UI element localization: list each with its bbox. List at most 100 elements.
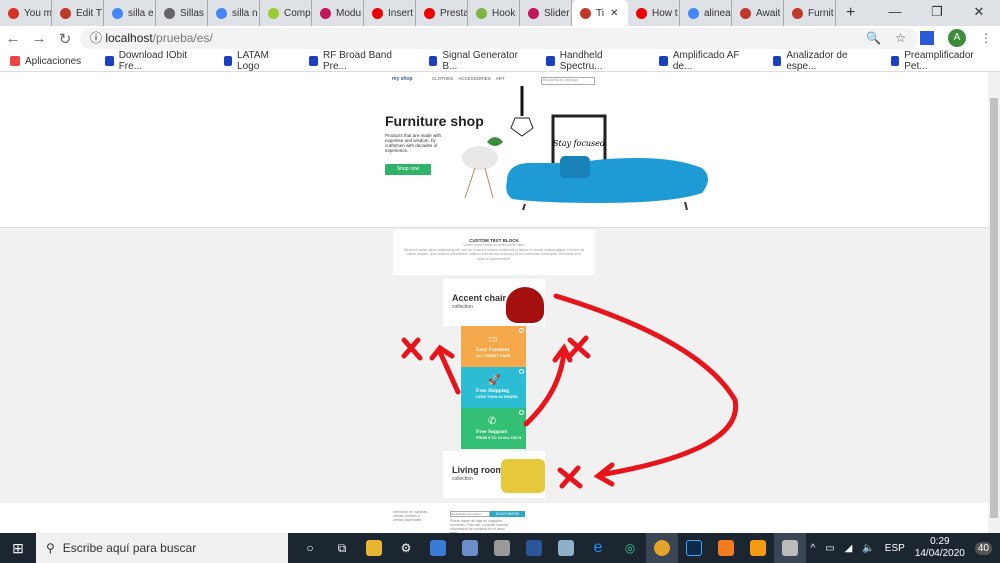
task-view-icon[interactable]: ⧉ <box>326 533 358 563</box>
browser-tab[interactable]: Hook <box>468 0 520 26</box>
tab-strip: You m Edit T silla e Sillas silla n Comp Modu I… <box>0 0 1000 26</box>
living-room-banner[interactable]: Living room collection <box>443 451 545 498</box>
shop-now-button[interactable]: Shop now <box>385 164 431 175</box>
site-logo[interactable]: my shop <box>392 76 413 82</box>
custom-block-body: Sit amet conse ctetur adipisicing elit, … <box>404 247 584 261</box>
cortana-icon[interactable]: ○ <box>294 533 326 563</box>
sublime-icon[interactable] <box>742 533 774 563</box>
bookmark-label: Amplificado AF de... <box>672 50 740 72</box>
bookmark-item[interactable]: Signal Generator B... <box>428 50 522 72</box>
bookmark-item[interactable]: Aplicaciones <box>10 56 81 67</box>
star-icon[interactable]: ☆ <box>895 31 906 45</box>
avatar[interactable]: A <box>948 29 966 47</box>
settings-icon[interactable]: ⚙ <box>390 533 422 563</box>
browser-tab[interactable]: alinea <box>680 0 732 26</box>
forward-icon[interactable]: → <box>26 30 52 47</box>
bookmark-item[interactable]: RF Broad Band Pre... <box>309 50 404 72</box>
card-subtitle: collection <box>452 304 473 310</box>
app-icon[interactable] <box>486 533 518 563</box>
scrollbar[interactable] <box>988 72 1000 533</box>
clock[interactable]: 0:29 14/04/2020 <box>915 536 965 560</box>
feature-title: Free Support <box>476 429 508 435</box>
new-tab-button[interactable]: + <box>846 4 855 22</box>
language-indicator[interactable]: ESP <box>885 543 905 554</box>
bookmark-item[interactable]: Analizador de espe... <box>772 50 867 72</box>
browser-tab[interactable]: silla n <box>208 0 260 26</box>
edge-icon[interactable]: e <box>582 533 614 563</box>
bookmark-item[interactable]: Preamplificador Pet... <box>890 50 986 72</box>
taskbar-search-text: Escribe aquí para buscar <box>62 541 197 555</box>
poster-text: Stay focused <box>553 139 605 148</box>
tab-label: How t <box>652 7 678 19</box>
bookmark-item[interactable]: LATAM Logo <box>223 50 286 72</box>
close-button[interactable]: ✕ <box>958 0 1000 24</box>
word-icon[interactable] <box>518 533 550 563</box>
newsletter-email-input[interactable] <box>450 511 490 517</box>
app-icon[interactable]: ◎ <box>614 533 646 563</box>
reload-icon[interactable]: ↻ <box>52 30 78 48</box>
chrome-icon[interactable] <box>646 533 678 563</box>
browser-tab[interactable]: Modu <box>312 0 364 26</box>
menu-clothes[interactable]: CLOTHES <box>432 76 453 81</box>
feature-subtitle: LESS THAN 24 HOURS <box>476 395 518 399</box>
minimize-button[interactable]: — <box>874 0 916 24</box>
tab-label: Sillas <box>180 7 204 19</box>
browser-tab[interactable]: Await <box>732 0 784 26</box>
web-page: my shop CLOTHES ACCESSORIES ART Búsqueda… <box>0 72 988 533</box>
browser-tab[interactable]: Edit T <box>52 0 104 26</box>
tray-chevron-icon[interactable]: ^ <box>810 543 815 554</box>
browser-tab[interactable]: Comp <box>260 0 312 26</box>
app-icon[interactable] <box>454 533 486 563</box>
scrollbar-thumb[interactable] <box>990 98 998 518</box>
browser-tab[interactable]: Ti ✕ <box>572 0 628 26</box>
file-explorer-icon[interactable] <box>358 533 390 563</box>
tab-close-icon[interactable]: ✕ <box>610 8 618 19</box>
menu-icon[interactable]: ⋮ <box>980 31 992 45</box>
windows-start-icon[interactable]: ⊞ <box>0 540 36 557</box>
zoom-icon[interactable]: 🔍 <box>866 31 881 45</box>
feature-easy-payment[interactable]: ▭ Easy Payment ALL CREDIT CARD <box>461 326 526 367</box>
menu-art[interactable]: ART <box>496 76 505 81</box>
browser-tab[interactable]: You m <box>0 0 52 26</box>
taskbar-search[interactable]: ⚲ Escribe aquí para buscar <box>36 533 288 563</box>
extension-icon[interactable] <box>920 31 934 45</box>
bookmark-item[interactable]: Download IObit Fre... <box>105 50 199 72</box>
menu-accessories[interactable]: ACCESSORIES <box>458 76 491 81</box>
catalog-search-input[interactable]: Búsqueda en catálogo <box>541 77 595 85</box>
bookmark-icon <box>890 56 900 66</box>
browser-tab[interactable]: Furnit <box>784 0 836 26</box>
browser-tab[interactable]: Presta <box>416 0 468 26</box>
app-icon[interactable] <box>422 533 454 563</box>
tab-favicon-icon <box>216 7 227 19</box>
feature-icon: 🚀 <box>488 375 501 386</box>
feature-free-shipping[interactable]: 🚀 Free Shipping LESS THAN 24 HOURS <box>461 367 526 408</box>
browser-tab[interactable]: Slider <box>520 0 572 26</box>
wifi-icon[interactable]: ◢ <box>845 543 853 554</box>
feature-free-support[interactable]: ✆ Free Support FROM 8 TO 24 ALL DAYS <box>461 408 526 449</box>
subscribe-button[interactable]: SUSCRIBIRSE <box>490 511 525 517</box>
taskbar: ⊞ ⚲ Escribe aquí para buscar ○ ⧉ ⚙ e ◎ ^ … <box>0 533 1000 563</box>
xampp-icon[interactable] <box>710 533 742 563</box>
notifications-icon[interactable]: 40 <box>974 541 992 555</box>
bookmark-label: Signal Generator B... <box>442 50 518 72</box>
accent-chair-banner[interactable]: Accent chair collection <box>443 279 545 326</box>
tab-favicon-icon <box>268 7 279 19</box>
photoshop-icon[interactable] <box>678 533 710 563</box>
url-host: localhost <box>105 31 153 45</box>
volume-icon[interactable]: 🔈 <box>862 543 874 554</box>
bookmark-item[interactable]: Amplificado AF de... <box>659 50 749 72</box>
url-input[interactable]: ⓘ localhost/prueba/es/ <box>80 28 918 49</box>
maximize-button[interactable]: ❐ <box>916 0 958 24</box>
browser-tab[interactable]: Sillas <box>156 0 208 26</box>
app-icon[interactable] <box>774 533 806 563</box>
app-icon[interactable] <box>550 533 582 563</box>
tab-label: Slider <box>544 7 570 19</box>
tab-favicon-icon <box>636 7 647 19</box>
battery-icon[interactable]: ▭ <box>825 543 834 554</box>
window-controls: — ❐ ✕ <box>874 0 1000 24</box>
bookmark-item[interactable]: Handheld Spectru... <box>546 50 635 72</box>
browser-tab[interactable]: How t <box>628 0 680 26</box>
browser-tab[interactable]: Insert <box>364 0 416 26</box>
browser-tab[interactable]: silla e <box>104 0 156 26</box>
back-icon[interactable]: ← <box>0 30 26 47</box>
